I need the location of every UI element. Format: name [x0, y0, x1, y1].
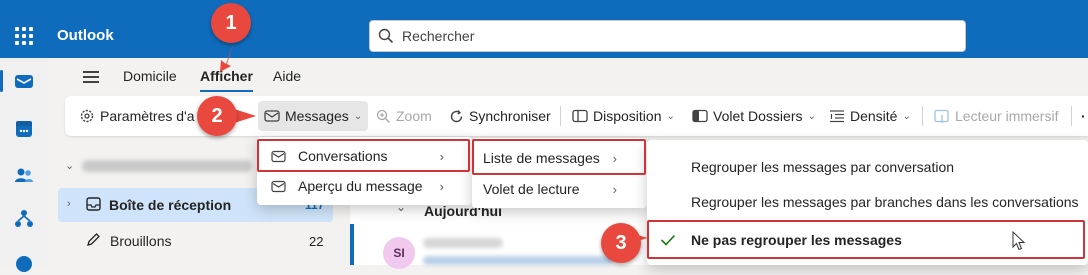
account-name-blurred — [82, 160, 252, 172]
settings-button[interactable]: Paramètres d'a — [79, 96, 195, 136]
immersive-reader-icon — [934, 109, 949, 123]
pencil-icon — [87, 233, 100, 246]
ribbon-divider — [922, 106, 923, 126]
tab-help[interactable]: Aide — [273, 68, 301, 84]
more-options-icon[interactable]: · — [1081, 96, 1086, 136]
sync-icon — [450, 109, 463, 122]
callout-badge-2: 2 — [197, 96, 237, 136]
density-icon — [830, 110, 844, 123]
zoom-button[interactable]: Zoom — [376, 96, 432, 136]
envelope-icon — [264, 110, 280, 122]
inbox-label: Boîte de réception — [109, 197, 232, 213]
mail-icon[interactable] — [13, 70, 35, 92]
sync-label: Synchroniser — [469, 108, 551, 124]
highlight-do-not-group — [647, 220, 1085, 259]
app-title[interactable]: Outlook — [57, 27, 114, 44]
ribbon-divider — [1071, 106, 1072, 126]
menu-item-label: Volet de lecture — [483, 181, 580, 197]
density-button[interactable]: Densité ⌄ — [829, 96, 911, 136]
groups-icon[interactable] — [13, 208, 35, 230]
selected-message-indicator — [350, 224, 354, 265]
menu-item-reading-pane[interactable]: Volet de lecture › — [472, 174, 647, 204]
immersive-reader-button[interactable]: Lecteur immersif — [934, 96, 1058, 136]
envelope-icon — [271, 180, 286, 192]
messages-button[interactable]: Messages ⌄ — [258, 101, 369, 131]
chevron-down-icon: ⌄ — [666, 110, 675, 122]
sync-button[interactable]: Synchroniser — [449, 96, 551, 136]
chevron-down-icon: ⌄ — [353, 110, 363, 122]
menu-item-message-preview[interactable]: Aperçu du message › — [257, 171, 472, 201]
top-bar: Outlook Rechercher — [0, 0, 1088, 58]
folder-pane-button[interactable]: Volet Dossiers ⌄ — [692, 96, 816, 136]
tab-home[interactable]: Domicile — [123, 68, 177, 84]
chevron-down-icon: ⌄ — [902, 110, 911, 122]
zoom-label: Zoom — [396, 108, 432, 124]
settings-label: Paramètres d'a — [100, 108, 195, 124]
menu-item-group-by-conversation[interactable]: Regrouper les messages par conversation — [647, 152, 1088, 182]
menu-item-label: Aperçu du message — [298, 178, 423, 194]
chevron-down-icon: ⌄ — [807, 110, 816, 122]
chevron-right-icon: › — [439, 178, 444, 194]
highlight-conversations — [257, 139, 470, 172]
zoom-icon — [376, 109, 390, 123]
people-icon[interactable] — [13, 164, 35, 186]
layout-icon — [572, 109, 588, 123]
chevron-down-icon[interactable]: ⌄ — [65, 159, 74, 172]
menu-item-label: Regrouper les messages par conversation — [691, 159, 955, 175]
folder-pane-label: Volet Dossiers — [713, 108, 803, 124]
app-rail — [0, 58, 48, 272]
messages-label: Messages — [285, 108, 349, 124]
layout-button[interactable]: Disposition ⌄ — [572, 96, 675, 136]
search-box[interactable]: Rechercher — [369, 20, 966, 52]
avatar: SI — [383, 237, 415, 269]
chevron-right-icon[interactable]: › — [67, 198, 71, 210]
density-label: Densité — [850, 108, 898, 124]
apps-icon[interactable] — [13, 253, 35, 275]
menu-item-group-by-branches[interactable]: Regrouper les messages par branches dans… — [647, 187, 1088, 217]
menu-icon[interactable] — [83, 71, 99, 83]
drafts-count: 22 — [309, 234, 324, 249]
chevron-right-icon: › — [612, 181, 617, 197]
folder-pane-icon — [692, 109, 708, 123]
subject-blurred — [423, 256, 613, 265]
ribbon-divider — [560, 106, 561, 126]
callout-badge-3: 3 — [601, 223, 641, 263]
highlight-message-list — [472, 139, 646, 175]
inbox-icon — [86, 197, 101, 211]
immersive-reader-label: Lecteur immersif — [955, 108, 1059, 124]
calendar-icon[interactable] — [13, 118, 35, 140]
app-launcher-icon[interactable] — [15, 27, 33, 45]
rail-active-indicator — [0, 70, 3, 92]
drafts-label: Brouillons — [110, 233, 172, 249]
sender-blurred — [423, 238, 503, 248]
search-placeholder: Rechercher — [402, 28, 475, 44]
search-icon — [378, 28, 394, 44]
callout-badge-1: 1 — [211, 3, 251, 43]
gear-icon — [80, 109, 94, 123]
menu-item-label: Regrouper les messages par branches dans… — [691, 194, 1079, 210]
layout-label: Disposition — [593, 108, 662, 124]
